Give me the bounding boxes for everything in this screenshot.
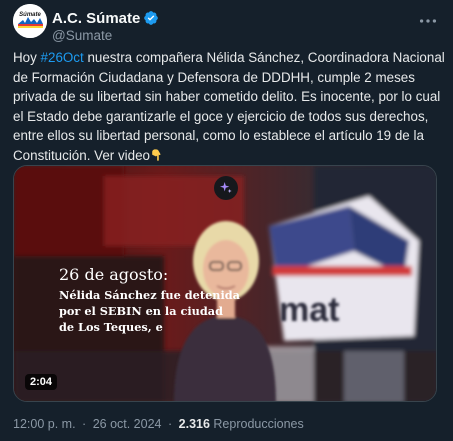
video-player[interactable]: mat 26 de agosto: Nélida Sánchez fue det… [13, 165, 437, 402]
tweet-header: Súmate A.C. Súmate @Sumate [13, 4, 443, 43]
more-options-icon[interactable] [417, 10, 439, 32]
tweet-text-line: el Estado debe garantizarle el goce y ej… [13, 108, 429, 124]
tweet-text-line: privada de su libertad sin haber cometid… [13, 89, 441, 104]
tweet-metadata: 12:00 p. m. · 26 oct. 2024 · 2.316 Repro… [13, 417, 304, 431]
tweet-card[interactable]: Súmate A.C. Súmate @Sumate Hoy #26Oct nu… [0, 0, 453, 441]
handle[interactable]: @Sumate [52, 28, 112, 43]
tweet-date[interactable]: 26 oct. 2024 [93, 417, 162, 431]
sparkle-icon[interactable] [214, 176, 238, 200]
tweet-text-line: entre ellos su libertad personal, como l… [13, 128, 424, 143]
point-down-emoji [150, 148, 163, 161]
separator-dot: · [82, 417, 87, 431]
separator-dot: · [167, 417, 173, 431]
text-segment: nuestra compañera Nélida Sánchez, Coordi… [83, 50, 445, 65]
text-segment: Hoy [13, 50, 41, 65]
name-row: A.C. Súmate [52, 9, 159, 27]
overlay-line: por el SEBIN en la ciudad [59, 304, 223, 318]
overlay-date: 26 de agosto: [59, 265, 169, 284]
tweet-text-line: de Formación Ciudadana y Defensora de DD… [13, 69, 415, 85]
avatar-wordmark: Súmate [19, 12, 41, 18]
avatar[interactable]: Súmate [13, 4, 47, 38]
verified-badge-icon [143, 10, 159, 26]
video-duration-badge: 2:04 [25, 374, 58, 390]
hashtag-link[interactable]: #26Oct [41, 50, 84, 65]
sumate-logo: Súmate [13, 4, 47, 38]
text-segment: Constitución. Ver video [13, 147, 150, 163]
tweet-text-line: Constitución. Ver video [13, 146, 447, 166]
display-name[interactable]: A.C. Súmate [52, 10, 140, 27]
tweet-text-line: Hoy #26Oct nuestra compañera Nélida Sánc… [13, 48, 447, 68]
tweet-text: Hoy #26Oct nuestra compañera Nélida Sánc… [13, 48, 447, 165]
overlay-line: de Los Teques, e [59, 320, 163, 334]
video-overlay-caption: 26 de agosto: Nélida Sánchez fue detenid… [59, 265, 240, 335]
tweet-time[interactable]: 12:00 p. m. [13, 417, 76, 431]
overlay-body: Nélida Sánchez fue detenida por el SEBIN… [59, 287, 240, 335]
views-label: Reproducciones [213, 417, 304, 431]
backdrop-sign-text: mat [279, 291, 339, 329]
overlay-line: Nélida Sánchez fue detenida [59, 288, 240, 302]
views-count[interactable]: 2.316 [179, 417, 210, 431]
